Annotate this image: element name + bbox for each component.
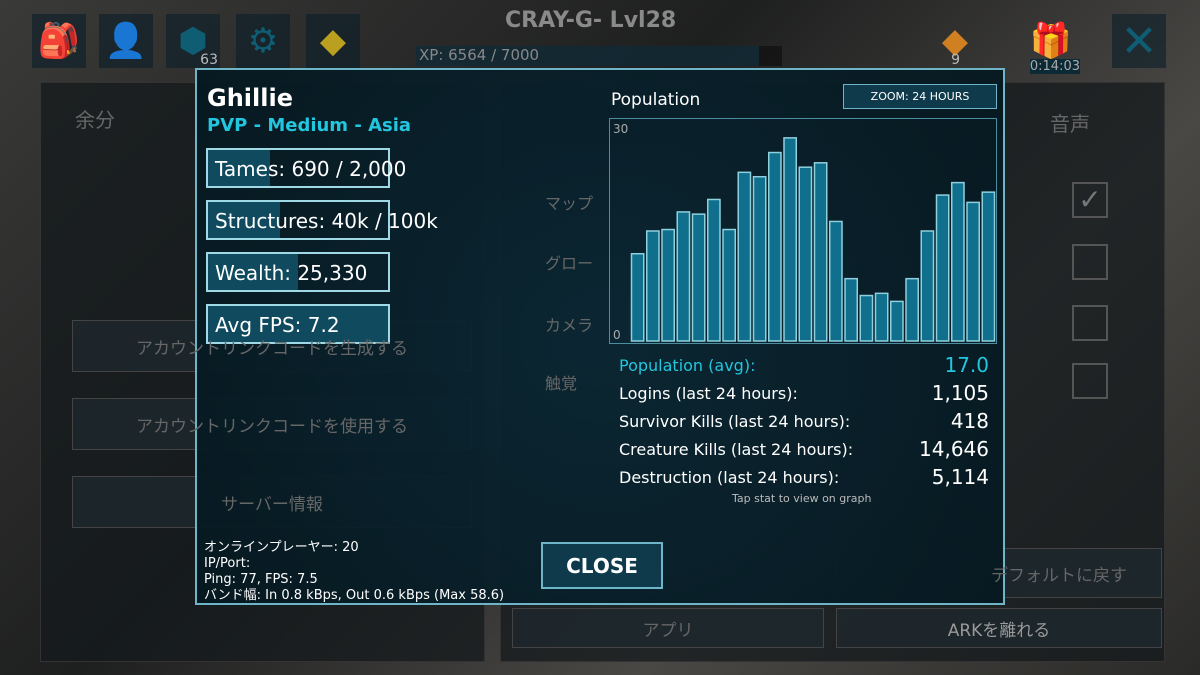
population-bar [783, 137, 797, 342]
bg-option-label: グロー [545, 254, 594, 273]
population-bar [646, 230, 660, 342]
resource-count: 9 [951, 52, 960, 68]
stat-row[interactable]: Destruction (last 24 hours): 5,114 [619, 465, 989, 489]
stat-bar: Structures: 40k / 100k [206, 200, 438, 240]
population-bar [813, 162, 828, 342]
population-bar [691, 213, 706, 342]
bg-right-header: 音声 [1050, 112, 1090, 136]
connection-info: オンラインプレーヤー: 20 IP/Port: Ping: 77, FPS: 7… [204, 540, 504, 604]
bg-option-label: カメラ [545, 316, 594, 335]
xp-text: XP: 6564 / 7000 [419, 46, 540, 64]
server-name: Ghillie [207, 84, 293, 112]
stat-bar-label: Structures: 40k / 100k [215, 209, 438, 233]
bandwidth: バンド幅: In 0.8 kBps, Out 0.6 kBps (Max 58.… [204, 588, 505, 603]
hint-text: Tap stat to view on graph [732, 492, 872, 505]
close-button[interactable]: CLOSE [541, 542, 663, 589]
stat-row[interactable]: Logins (last 24 hours): 1,105 [619, 381, 989, 405]
stat-row[interactable]: Creature Kills (last 24 hours): 14,646 [619, 437, 989, 461]
y-tick-label: 30 [613, 122, 628, 136]
bg-left-header: 余分 [75, 108, 115, 132]
stat-value: 17.0 [944, 353, 989, 377]
population-bar [752, 175, 767, 342]
tribe-icon[interactable]: ⬢ 63 [166, 14, 220, 68]
stat-bar-label: Wealth: 25,330 [215, 261, 368, 285]
bg-button-label: アカウントリンクコードを生成する [136, 338, 408, 359]
gift-icon[interactable]: 🎁 0:14:03 [1022, 14, 1080, 74]
character-icon[interactable]: 👤 [99, 14, 153, 68]
chart-title: Population [611, 90, 701, 110]
bg-button: ARKを離れる [836, 608, 1162, 648]
backpack-icon[interactable]: 🎒 [32, 14, 86, 68]
population-bar [844, 277, 858, 342]
population-bar [707, 198, 721, 342]
settings-icon[interactable]: ⚙ [236, 14, 290, 68]
population-bar [630, 252, 645, 342]
population-bar [859, 294, 874, 342]
bg-button-label: サーバー情報 [221, 494, 323, 515]
online-players: オンラインプレーヤー: 20 [204, 540, 359, 555]
population-bar [951, 181, 965, 342]
player-title: CRAY-G- Lvl28 [505, 8, 677, 33]
bg-button-label: デフォルトに戻す [991, 565, 1127, 586]
bg-checkbox [1072, 305, 1108, 341]
server-subtitle: PVP - Medium - Asia [207, 115, 412, 136]
bg-checkbox: ✓ [1072, 182, 1108, 218]
population-chart[interactable]: 30 0 [609, 118, 997, 344]
amber-icon[interactable]: ◆ 9 [928, 14, 982, 68]
population-bar [737, 171, 752, 342]
population-bar [890, 300, 904, 342]
population-bar [920, 230, 935, 342]
bg-checkbox [1072, 244, 1108, 280]
bg-button-label: ARKを離れる [947, 620, 1051, 641]
stat-label: Logins (last 24 hours): [619, 383, 798, 403]
bg-checkbox [1072, 363, 1108, 399]
population-bar [935, 194, 950, 342]
close-icon[interactable]: ✕ [1112, 14, 1166, 68]
stat-row[interactable]: Population (avg): 17.0 [619, 353, 989, 377]
stat-bar-label: Tames: 690 / 2,000 [215, 157, 407, 181]
stat-label: Survivor Kills (last 24 hours): [619, 411, 851, 431]
bg-option-label: マップ [545, 194, 594, 213]
population-bar [661, 228, 675, 342]
ark-crystal-icon[interactable]: ◆ [306, 14, 360, 68]
population-bar [798, 166, 813, 342]
stat-value: 14,646 [919, 437, 989, 461]
population-bar [874, 292, 889, 342]
stat-value: 5,114 [931, 465, 989, 489]
xp-bar: XP: 6564 / 7000 [416, 46, 782, 66]
stat-row[interactable]: Survivor Kills (last 24 hours): 418 [619, 409, 989, 433]
stat-value: 418 [950, 409, 989, 433]
stat-label: Creature Kills (last 24 hours): [619, 439, 854, 459]
population-bar [768, 151, 782, 342]
population-bar [966, 201, 980, 342]
population-bar [829, 220, 843, 342]
y-tick-label: 0 [613, 328, 621, 342]
zoom-button[interactable]: ZOOM: 24 HOURS [843, 84, 997, 109]
tribe-count: 63 [200, 52, 218, 68]
stat-bar: Wealth: 25,330 [206, 252, 390, 292]
population-bar [905, 277, 919, 342]
ping-fps: Ping: 77, FPS: 7.5 [204, 572, 318, 587]
stat-value: 1,105 [931, 381, 989, 405]
stat-bar: Tames: 690 / 2,000 [206, 148, 406, 188]
population-bar [981, 191, 996, 342]
stat-label: Population (avg): [619, 355, 756, 375]
stat-label: Destruction (last 24 hours): [619, 467, 840, 487]
bg-button-label: アカウントリンクコードを使用する [136, 416, 408, 437]
timer: 0:14:03 [1029, 59, 1080, 74]
bg-button: アプリ [512, 608, 824, 648]
bg-option-label: 触覚 [545, 374, 578, 393]
bg-button-label: アプリ [642, 620, 694, 641]
population-bar [676, 211, 691, 342]
ip-port: IP/Port: [204, 556, 251, 571]
population-bar [722, 228, 736, 342]
